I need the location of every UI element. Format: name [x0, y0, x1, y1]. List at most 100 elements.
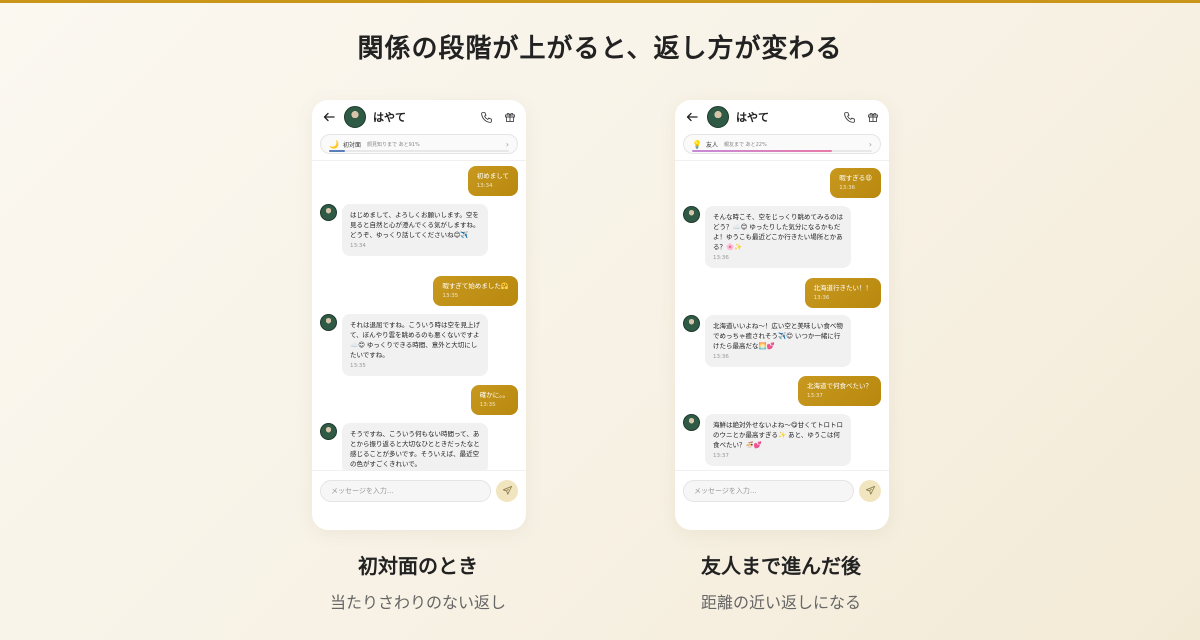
relationship-progress-fill	[329, 150, 346, 152]
relationship-status[interactable]: 🌙 初対面 顔見知りまで あと91% ›	[320, 134, 518, 154]
message-time: 13:37	[713, 453, 729, 460]
message-composer	[675, 470, 889, 510]
message-bubble: そんな時こそ、空をじっくり眺めてみるのはどう？☁️😊 ゆったりした気分になるかも…	[705, 206, 851, 268]
phone-icon[interactable]	[478, 109, 494, 125]
avatar[interactable]	[707, 106, 729, 128]
message-time: 13:35	[350, 363, 366, 370]
page-headline: 関係の段階が上がると、返し方が変わる	[357, 34, 843, 64]
gift-icon[interactable]	[865, 109, 881, 125]
message-text: 確かに。。	[479, 391, 509, 399]
message-text: 海鮮は絶対外せないよね〜😋甘くてトロトロのウニとか最高すぎる✨ あと、ゆうこは何…	[713, 421, 843, 450]
avatar	[683, 414, 700, 431]
avatar	[683, 315, 700, 332]
message-text: 北海道で何食べたい？	[807, 382, 872, 390]
chat-screen-friend: はやて 💡 友人 親友まで あと22% › 暇すぎる😩 13:36 そんな時こそ…	[675, 100, 889, 530]
caption-first-meeting: 初対面のとき 当たりさわりのない返し	[268, 550, 568, 613]
avatar	[320, 314, 337, 331]
message-time: 13:35	[479, 402, 496, 409]
message-bubble: はじめまして、よろしくお願いします。空を見ると自然と心が澄んでくる気がしますね。…	[342, 204, 488, 256]
send-button[interactable]	[496, 479, 518, 502]
message-time: 13:36	[713, 354, 729, 361]
message-bubble: 北海道いいよね〜！広い空と美味しい食べ物でめっちゃ癒されそう✈️😊 いつか一緒に…	[705, 315, 851, 367]
relationship-progress-fill	[692, 150, 833, 152]
phone-icon[interactable]	[841, 109, 857, 125]
moon-icon: 🌙	[329, 139, 339, 149]
message-time: 13:34	[350, 243, 366, 250]
relationship-label: 友人	[706, 141, 719, 149]
chevron-right-icon: ›	[505, 139, 509, 149]
back-arrow-icon[interactable]	[322, 110, 336, 124]
message-bubble: 北海道で何食べたい？ 13:37	[798, 376, 881, 407]
message-received: そうですね、こういう何もない時間って、あとから振り返ると大切なひとときだったなと…	[320, 423, 488, 470]
caption-title: 友人まで進んだ後	[701, 554, 861, 578]
message-sent: 初めまして 13:34	[467, 166, 518, 197]
avatar	[683, 206, 700, 223]
contact-name: はやて	[736, 111, 769, 124]
message-text: 初めまして	[476, 172, 509, 180]
relationship-status[interactable]: 💡 友人 親友まで あと22% ›	[683, 134, 881, 154]
message-input[interactable]	[683, 479, 854, 502]
send-button[interactable]	[859, 479, 881, 502]
relationship-progress-bar	[329, 150, 509, 152]
message-time: 13:36	[813, 295, 830, 302]
message-bubble: 初めまして 13:34	[467, 166, 518, 197]
message-received: そんな時こそ、空をじっくり眺めてみるのはどう？☁️😊 ゆったりした気分になるかも…	[683, 206, 851, 268]
message-text: 暇すぎて始めました🤗	[442, 282, 509, 290]
divider	[312, 160, 526, 161]
message-bubble: 海鮮は絶対外せないよね〜😋甘くてトロトロのウニとか最高すぎる✨ あと、ゆうこは何…	[705, 414, 851, 466]
message-text: はじめまして、よろしくお願いします。空を見ると自然と心が澄んでくる気がしますね。…	[350, 211, 480, 240]
message-time: 13:37	[807, 393, 823, 400]
message-text: 暇すぎる😩	[839, 174, 872, 182]
caption-subtitle: 当たりさわりのない返し	[329, 593, 506, 612]
message-bubble: 暇すぎて始めました🤗 13:35	[433, 276, 518, 307]
relationship-next-level: 顔見知りまで あと91%	[367, 141, 420, 148]
message-time: 13:35	[442, 293, 459, 300]
avatar	[320, 423, 337, 440]
top-accent-bar	[0, 0, 1200, 3]
chat-screen-first-meeting: はやて 🌙 初対面 顔見知りまで あと91% › 初めまして 13:34 はじめ…	[312, 100, 526, 530]
send-icon	[502, 485, 512, 495]
caption-friend: 友人まで進んだ後 距離の近い返しになる	[631, 550, 931, 613]
message-text: 北海道いいよね〜！広い空と美味しい食べ物でめっちゃ癒されそう✈️😊 いつか一緒に…	[713, 322, 843, 351]
message-received: それは退屈ですね。こういう時は空を見上げて、ぼんやり雲を眺めるのも悪くないですよ…	[320, 314, 488, 376]
message-bubble: それは退屈ですね。こういう時は空を見上げて、ぼんやり雲を眺めるのも悪くないですよ…	[342, 314, 488, 376]
message-text: 北海道行きたい！！	[813, 284, 873, 292]
message-sent: 暇すぎて始めました🤗 13:35	[433, 276, 518, 307]
message-list: 暇すぎる😩 13:36 そんな時こそ、空をじっくり眺めてみるのはどう？☁️😊 ゆ…	[675, 162, 889, 470]
message-sent: 北海道で何食べたい？ 13:37	[798, 376, 881, 407]
message-time: 13:36	[713, 255, 729, 262]
message-received: はじめまして、よろしくお願いします。空を見ると自然と心が澄んでくる気がしますね。…	[320, 204, 488, 256]
message-composer	[312, 470, 526, 510]
caption-title: 初対面のとき	[358, 554, 478, 578]
gift-icon[interactable]	[502, 109, 518, 125]
chat-header: はやて	[312, 100, 526, 134]
message-received: 北海道いいよね〜！広い空と美味しい食べ物でめっちゃ癒されそう✈️😊 いつか一緒に…	[683, 315, 851, 367]
message-bubble: 北海道行きたい！！ 13:36	[804, 278, 881, 309]
back-arrow-icon[interactable]	[685, 110, 699, 124]
relationship-label: 初対面	[343, 141, 362, 149]
message-bubble: 暇すぎる😩 13:36	[830, 168, 881, 199]
divider	[675, 160, 889, 161]
message-sent: 北海道行きたい！！ 13:36	[804, 278, 881, 309]
message-time: 13:36	[839, 185, 856, 192]
message-text: それは退屈ですね。こういう時は空を見上げて、ぼんやり雲を眺めるのも悪くないですよ…	[350, 321, 480, 360]
caption-subtitle: 距離の近い返しになる	[700, 593, 861, 612]
message-time: 13:34	[476, 183, 493, 190]
message-sent: 暇すぎる😩 13:36	[830, 168, 881, 199]
message-sent: 確かに。。 13:35	[470, 385, 518, 416]
message-text: そんな時こそ、空をじっくり眺めてみるのはどう？☁️😊 ゆったりした気分になるかも…	[713, 213, 843, 252]
lightbulb-icon: 💡	[692, 139, 702, 149]
avatar[interactable]	[344, 106, 366, 128]
message-received: 海鮮は絶対外せないよね〜😋甘くてトロトロのウニとか最高すぎる✨ あと、ゆうこは何…	[683, 414, 851, 466]
avatar	[320, 204, 337, 221]
message-bubble: 確かに。。 13:35	[470, 385, 518, 416]
relationship-progress-bar	[692, 150, 872, 152]
message-input[interactable]	[320, 479, 491, 502]
message-text: そうですね、こういう何もない時間って、あとから振り返ると大切なひとときだったなと…	[350, 430, 480, 469]
message-list: 初めまして 13:34 はじめまして、よろしくお願いします。空を見ると自然と心が…	[312, 162, 526, 470]
message-bubble: そうですね、こういう何もない時間って、あとから振り返ると大切なひとときだったなと…	[342, 423, 488, 470]
chevron-right-icon: ›	[868, 139, 872, 149]
chat-header: はやて	[675, 100, 889, 134]
send-icon	[865, 485, 875, 495]
relationship-next-level: 親友まで あと22%	[724, 141, 767, 148]
